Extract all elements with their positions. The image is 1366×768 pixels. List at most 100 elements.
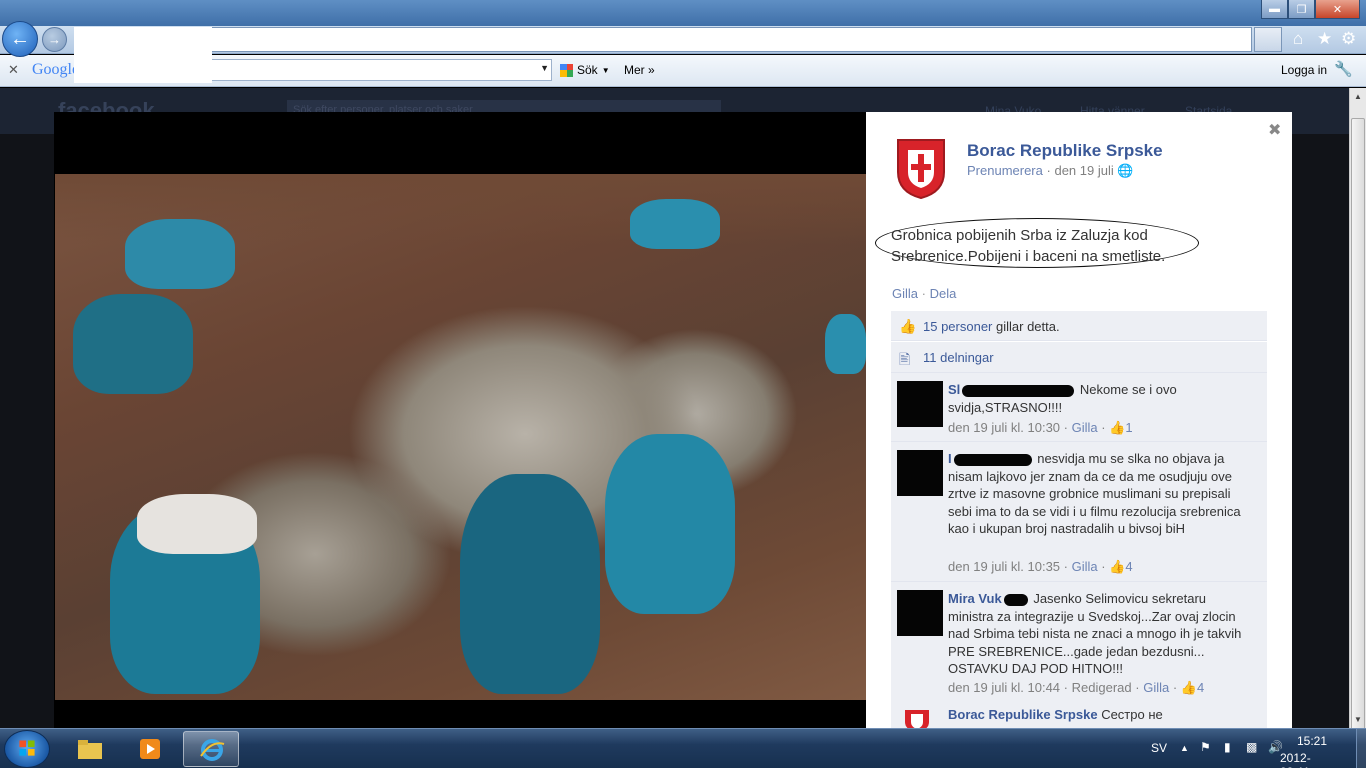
separator-dot: · (1063, 420, 1068, 435)
shares-link[interactable]: 11 delningar (923, 350, 994, 365)
action-center-flag-icon[interactable]: ⚑ (1200, 740, 1211, 754)
show-hidden-icons-icon[interactable]: ▲ (1180, 743, 1189, 753)
scroll-down-arrow-icon[interactable]: ▼ (1350, 711, 1366, 728)
comment-item: Borac Republike Srpske Сестро не (891, 702, 1267, 728)
edited-label[interactable]: Redigerad (1072, 680, 1132, 695)
google-icon (560, 63, 573, 77)
window-titlebar: ▬ ❐ ✕ (0, 0, 1366, 26)
avatar[interactable] (897, 590, 943, 636)
comment-item: Sl Nekome se i ovo svidja,STRASNO!!!! de… (891, 372, 1267, 441)
forward-button[interactable]: → (42, 27, 67, 52)
avatar[interactable] (897, 450, 943, 496)
page-avatar-crest-icon[interactable] (901, 708, 933, 728)
separator-dot: · (1101, 420, 1106, 435)
separator-dot: · (1063, 680, 1068, 695)
separator-dot: · (1101, 559, 1106, 574)
scroll-thumb[interactable] (1351, 118, 1365, 746)
commenter-name[interactable]: Borac Republike Srpske (948, 707, 1098, 722)
taskbar-explorer[interactable] (62, 731, 118, 767)
comment-time[interactable]: den 19 juli kl. 10:30 (948, 420, 1060, 435)
media-player-icon (140, 739, 160, 759)
address-dropdown-button[interactable] (1254, 27, 1282, 52)
globe-icon: 🌐 (1117, 163, 1134, 178)
page-avatar-crest-icon[interactable] (894, 136, 948, 200)
comment-like-link[interactable]: Gilla (1143, 680, 1169, 695)
like-link[interactable]: Gilla (892, 286, 918, 301)
share-icon: 🖹 (899, 351, 911, 367)
login-link[interactable]: Logga in (1281, 63, 1327, 77)
photo-figure (73, 294, 193, 394)
taskbar-internet-explorer[interactable] (183, 731, 239, 767)
post-date[interactable]: den 19 juli (1054, 163, 1113, 178)
likers-link[interactable]: 15 personer (923, 319, 992, 334)
comment-item: I nesvidja mu se slka no objava ja nisam… (891, 441, 1267, 581)
likes-suffix: gillar detta. (996, 319, 1060, 334)
photo-figure (125, 219, 235, 289)
comment-body: Borac Republike Srpske Сестро не (948, 706, 1252, 724)
folder-icon (78, 740, 102, 759)
redaction-mark (1003, 593, 1028, 606)
comment-like-count[interactable]: 👍1 (1109, 420, 1132, 435)
wrench-icon[interactable]: 🔧 (1334, 60, 1353, 78)
shares-summary: 🖹 11 delningar (891, 342, 1267, 372)
thumbs-up-icon: 👍 (1109, 420, 1126, 435)
close-toolbar-icon[interactable]: ✕ (8, 62, 19, 78)
comment-time[interactable]: den 19 juli kl. 10:44 (948, 680, 1060, 695)
settings-gear-icon[interactable]: ⚙ (1341, 29, 1356, 49)
maximize-button[interactable]: ❐ (1288, 0, 1315, 19)
address-bar[interactable] (74, 27, 1252, 52)
show-desktop-button[interactable] (1356, 729, 1366, 768)
post-details-panel: ✖ Borac Republike Srpske Prenumerera · d… (866, 112, 1292, 728)
post-text: Grobnica pobijenih Srba iz Zaluzja kod S… (891, 227, 1166, 265)
comment-like-link[interactable]: Gilla (1072, 559, 1098, 574)
search-button-label: Sök (577, 63, 598, 77)
separator-dot: · (921, 286, 926, 301)
battery-icon[interactable]: ▮ (1224, 740, 1231, 754)
subscribe-link[interactable]: Prenumerera (967, 163, 1043, 178)
more-button[interactable]: Mer » (624, 63, 655, 77)
commenter-name[interactable]: Sl (948, 382, 960, 397)
more-arrows: » (648, 63, 655, 77)
taskbar: SV ▲ ⚑ ▮ ▩ 🔊 15:21 2012-08-11 (0, 728, 1366, 768)
favorites-star-icon[interactable]: ★ (1317, 29, 1332, 49)
thumbs-up-icon: 👍 (899, 318, 917, 334)
commenter-name[interactable]: I (948, 451, 952, 466)
back-button[interactable]: ← (2, 21, 38, 57)
comment-like-count[interactable]: 👍4 (1181, 680, 1204, 695)
vertical-scrollbar[interactable]: ▲ ▼ (1349, 88, 1366, 746)
avatar[interactable] (897, 381, 943, 427)
network-icon[interactable]: ▩ (1246, 740, 1257, 754)
close-window-button[interactable]: ✕ (1315, 0, 1360, 19)
photo-figure (460, 474, 600, 694)
clock-date[interactable]: 2012-08-11 (1280, 751, 1311, 768)
comment-like-count[interactable]: 👍4 (1109, 559, 1132, 574)
comment-likes-value: 4 (1197, 680, 1205, 695)
search-button[interactable]: Sök ▼ (560, 63, 610, 77)
likes-summary: 👍 15 personer gillar detta. (891, 311, 1267, 341)
comment-meta: den 19 juli kl. 10:35 · Gilla · 👍4 (948, 559, 1133, 575)
photo-figure (630, 199, 720, 249)
comment-like-link[interactable]: Gilla (1072, 420, 1098, 435)
minimize-button[interactable]: ▬ (1261, 0, 1288, 19)
page-name-link[interactable]: Borac Republike Srpske (967, 141, 1163, 161)
home-icon[interactable]: ⌂ (1293, 29, 1303, 49)
start-button[interactable] (4, 730, 50, 768)
commenter-name[interactable]: Mira Vuk (948, 591, 1002, 606)
dropdown-arrow-icon[interactable]: ▼ (540, 63, 549, 73)
clock-time[interactable]: 15:21 (1297, 734, 1327, 748)
arrow-left-icon: ← (10, 27, 30, 50)
scroll-up-arrow-icon[interactable]: ▲ (1350, 88, 1366, 105)
close-icon[interactable]: ✖ (1268, 120, 1281, 140)
arrow-right-icon: → (48, 32, 61, 47)
post-photo[interactable] (55, 174, 866, 700)
redaction-mark (953, 453, 1032, 466)
more-label: Mer (624, 63, 645, 77)
photo-viewer (54, 112, 866, 728)
language-indicator[interactable]: SV (1151, 741, 1167, 755)
google-logo: Google (32, 61, 80, 78)
share-link[interactable]: Dela (930, 286, 957, 301)
taskbar-media-player[interactable] (122, 731, 178, 767)
comment-time[interactable]: den 19 juli kl. 10:35 (948, 559, 1060, 574)
comment-item: Mira Vuk Jasenko Selimovicu sekretaru mi… (891, 581, 1267, 702)
comment-body: I nesvidja mu se slka no objava ja nisam… (948, 450, 1252, 538)
